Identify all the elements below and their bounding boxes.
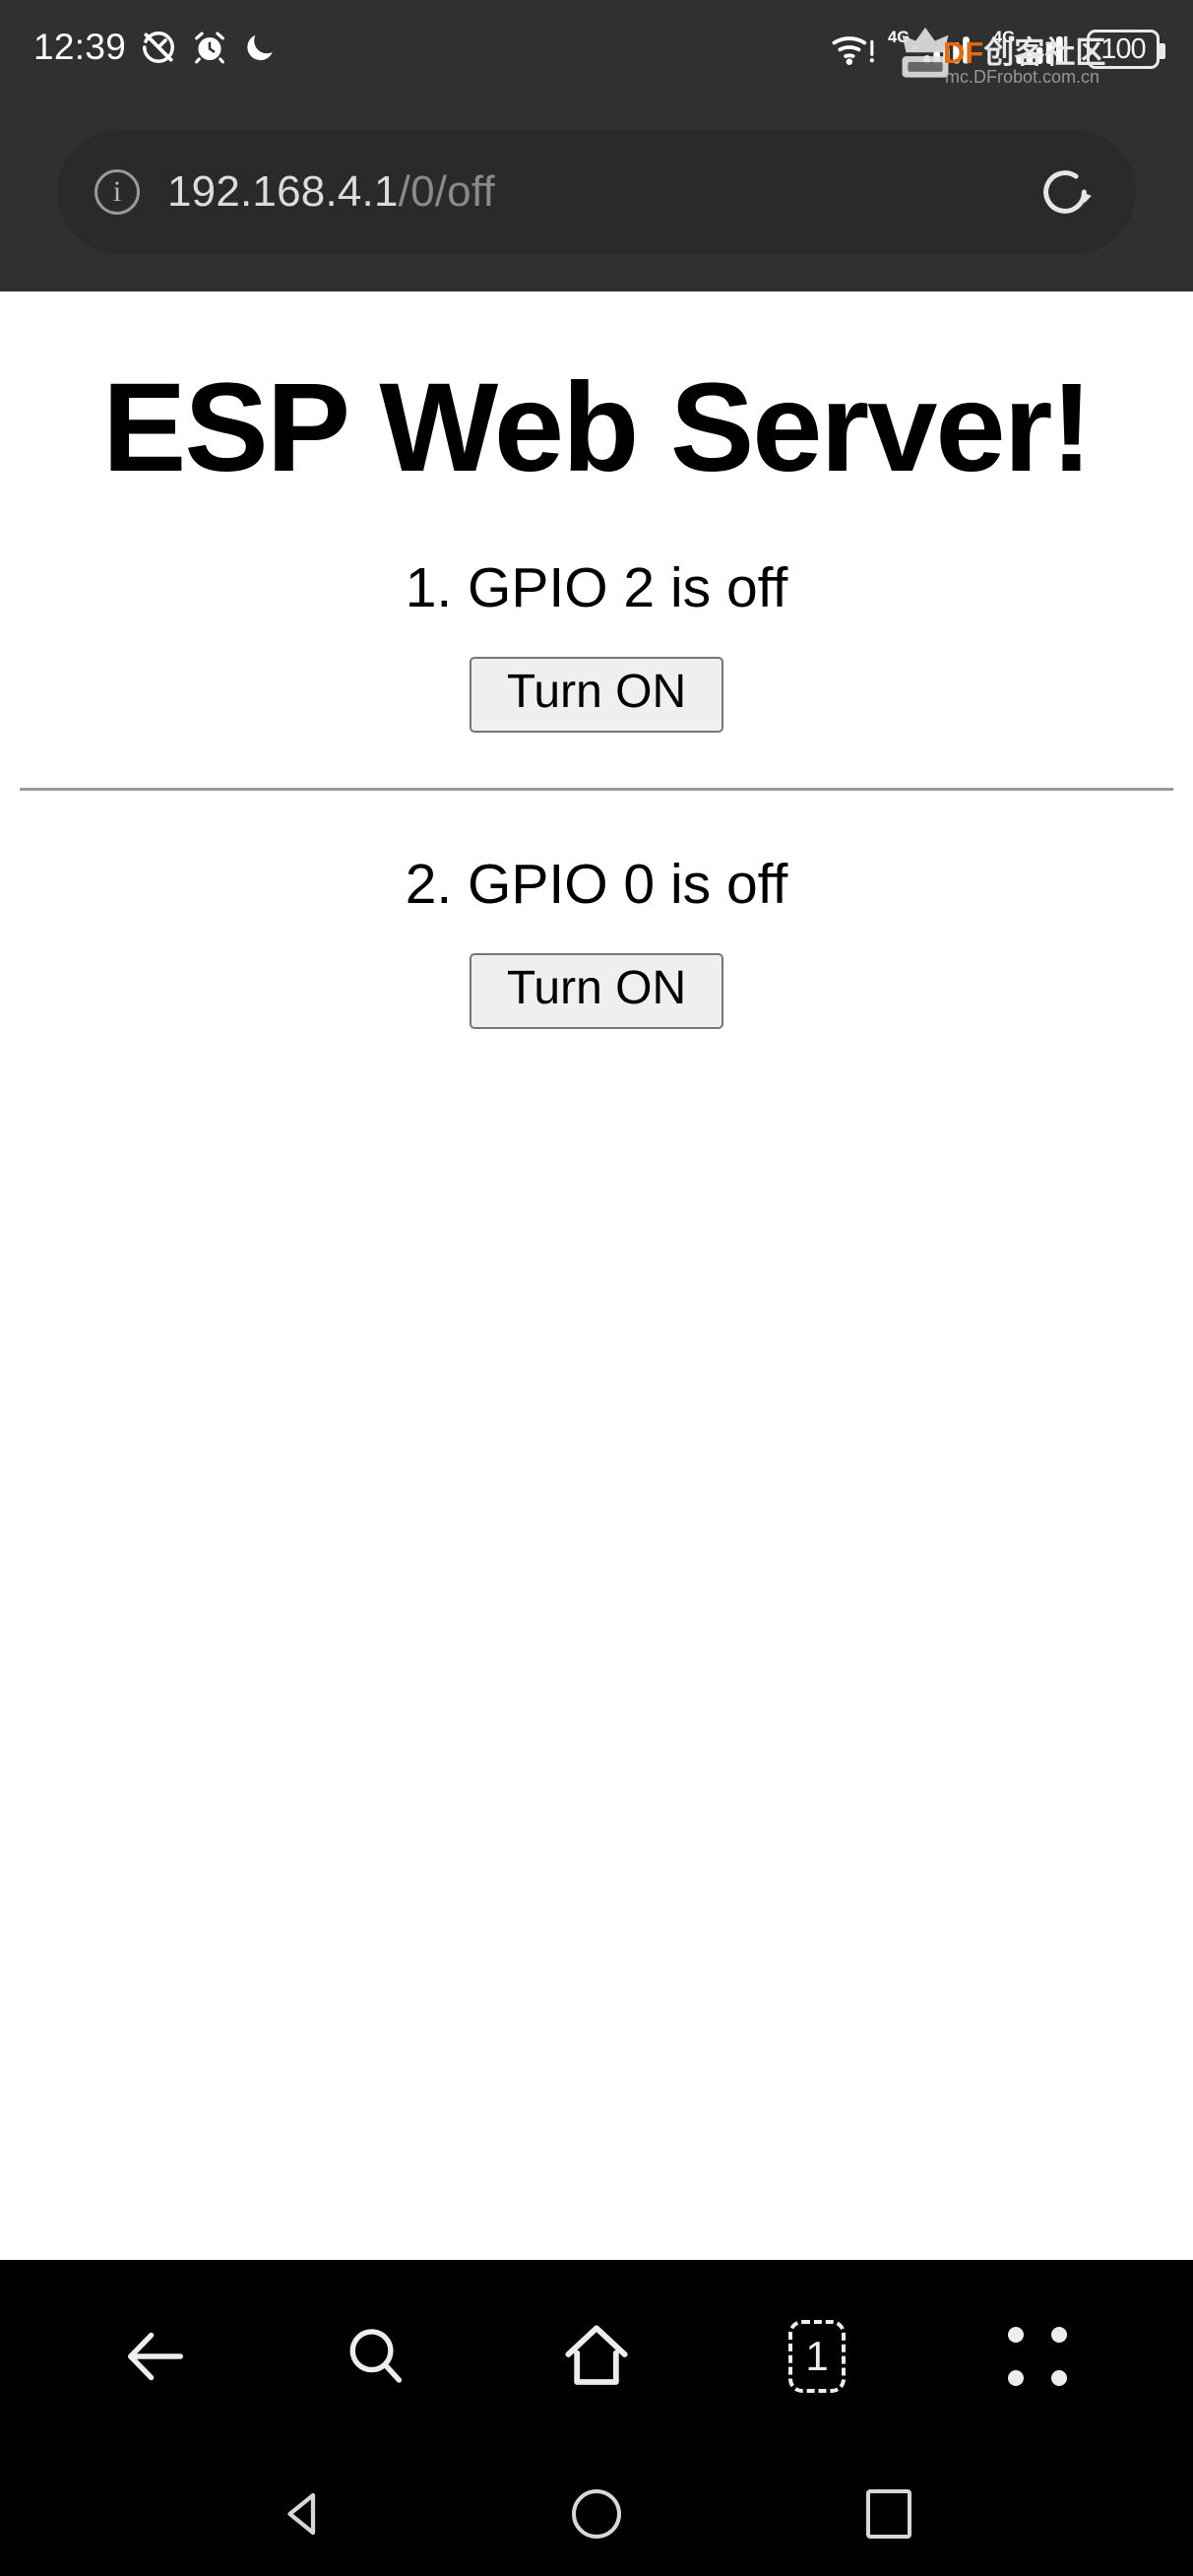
home-circle-shape (571, 2489, 621, 2539)
home-circle-icon[interactable] (554, 2472, 639, 2556)
svg-text:4G: 4G (993, 28, 1016, 46)
tab-count-badge: 1 (788, 2319, 846, 2393)
info-glyph: i (112, 175, 122, 208)
turn-on-button-gpio2[interactable]: Turn ON (469, 657, 724, 734)
do-not-disturb-moon-icon (242, 30, 278, 65)
menu-dot (1008, 2326, 1024, 2343)
site-info-icon[interactable]: i (94, 169, 140, 215)
back-arrow-icon[interactable] (104, 2305, 207, 2408)
android-nav-bar (0, 2452, 1193, 2576)
menu-dots-icon[interactable] (986, 2305, 1089, 2408)
phone-screen: 12:39 4G 4G 100 DF创客社区 mc.DFrobot.com.cn… (0, 0, 1193, 2576)
alarm-clock-icon (191, 29, 228, 66)
menu-dot (1051, 2326, 1067, 2343)
url-text[interactable]: 192.168.4.1/0/off (167, 167, 495, 217)
tab-count-value: 1 (805, 2332, 829, 2379)
gpio-button-wrap-1: Turn ON (0, 657, 1193, 734)
status-clock: 12:39 (33, 27, 127, 67)
recents-square-shape (866, 2489, 912, 2539)
url-path: /0/off (398, 167, 495, 216)
web-page-content: ESP Web Server! 1. GPIO 2 is off Turn ON… (0, 291, 1193, 2260)
gpio-status-1: 1. GPIO 2 is off (405, 556, 788, 620)
home-icon[interactable] (545, 2305, 648, 2408)
section-divider (20, 788, 1173, 792)
page-title: ESP Web Server! (102, 357, 1093, 498)
wifi-alert-icon (831, 30, 878, 69)
reload-icon[interactable] (1032, 159, 1099, 225)
browser-bottom-toolbar: 1 (0, 2260, 1193, 2452)
battery-indicator: 100 (1087, 30, 1165, 69)
browser-chrome: 12:39 4G 4G 100 DF创客社区 mc.DFrobot.com.cn… (0, 0, 1193, 291)
menu-dot (1008, 2369, 1024, 2386)
status-bar: 12:39 4G 4G 100 DF创客社区 mc.DFrobot.com.cn (0, 0, 1193, 95)
menu-dots-grid (1008, 2326, 1067, 2386)
mute-speedometer-icon (140, 29, 177, 66)
signal-bars-sim1: 4G (888, 26, 982, 69)
tab-counter-button[interactable]: 1 (766, 2305, 868, 2408)
status-bar-left: 12:39 (33, 27, 278, 68)
url-bar[interactable]: i 192.168.4.1/0/off (57, 130, 1136, 254)
recents-square-icon[interactable] (847, 2472, 931, 2556)
watermark-url: mc.DFrobot.com.cn (945, 67, 1100, 87)
search-icon[interactable] (325, 2305, 427, 2408)
gpio-status-2: 2. GPIO 0 is off (405, 853, 788, 917)
menu-dot (1051, 2369, 1067, 2386)
turn-on-button-gpio0[interactable]: Turn ON (469, 953, 724, 1029)
url-host: 192.168.4.1 (167, 167, 399, 216)
battery-percent-label: 100 (1100, 32, 1146, 65)
back-triangle-icon[interactable] (262, 2472, 346, 2556)
gpio-button-wrap-2: Turn ON (0, 953, 1193, 1029)
status-bar-right: 4G 4G 100 DF创客社区 mc.DFrobot.com.cn (831, 26, 1165, 87)
signal-bars-sim2: 4G (992, 26, 1077, 69)
svg-text:4G: 4G (888, 28, 910, 46)
